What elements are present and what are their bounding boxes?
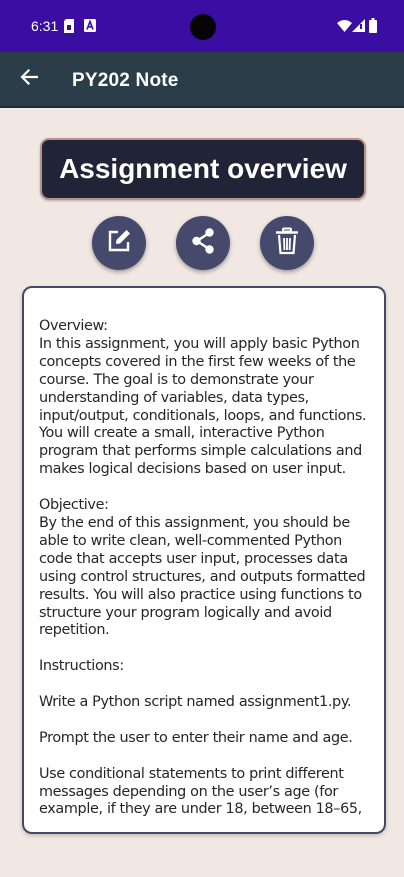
status-time: 6:31 [31,18,59,34]
edit-icon [105,227,133,260]
battery-icon [369,18,377,38]
note-scroll-area[interactable]: Overview: In this assignment, you will a… [39,318,371,818]
edit-button[interactable] [92,216,146,270]
notification-a-icon [84,19,96,37]
camera-cutout [190,14,216,40]
app-bar: PY202 Note [0,52,404,108]
arrow-left-icon [20,68,39,91]
signal-icon [352,19,365,37]
status-bar: 6:31 [0,0,404,52]
trash-icon [274,227,300,260]
note-body: Overview: In this assignment, you will a… [39,318,367,818]
note-title: Assignment overview [40,138,366,200]
share-icon [188,226,218,261]
share-button[interactable] [176,216,230,270]
wifi-icon [337,19,352,37]
app-title: PY202 Note [72,70,179,91]
sim-card-icon [63,19,75,38]
back-button[interactable] [14,64,44,94]
delete-button[interactable] [260,216,314,270]
note-content-card[interactable]: Overview: In this assignment, you will a… [22,286,386,834]
